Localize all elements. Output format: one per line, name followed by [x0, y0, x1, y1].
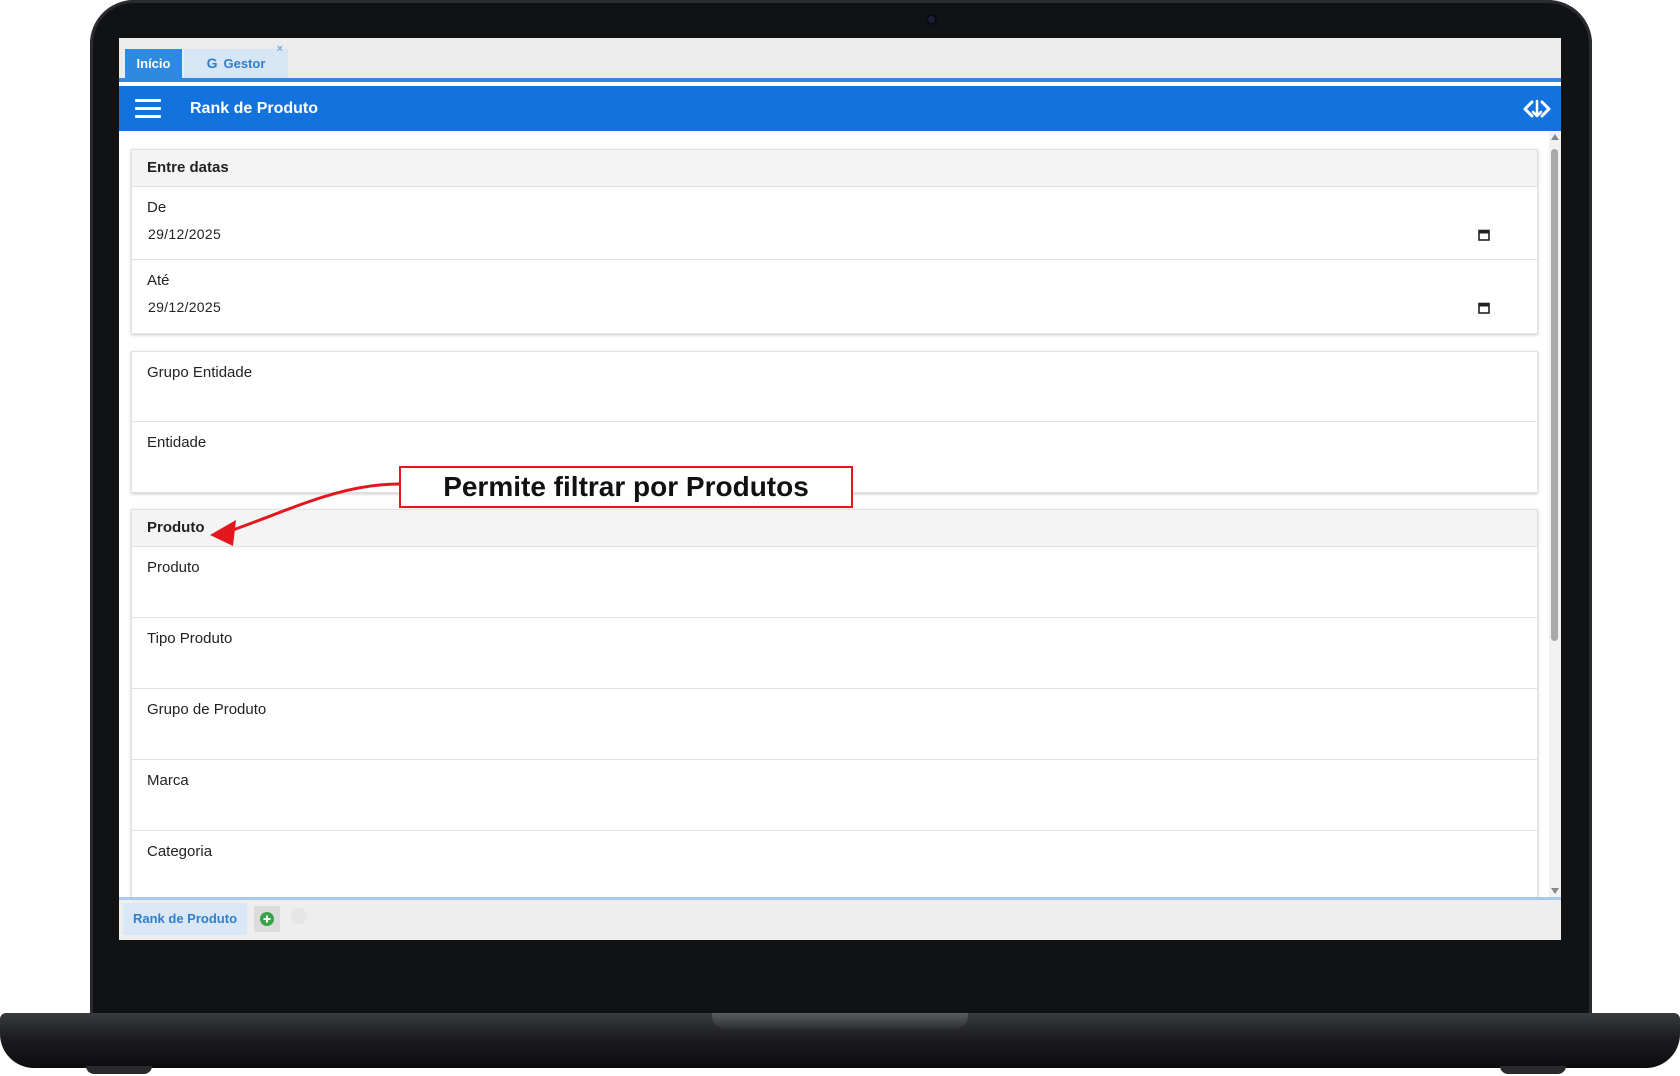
scroll-down-icon[interactable]: [1551, 888, 1559, 894]
product-section-title: Produto: [132, 510, 1537, 547]
tab-gestor-label: Gestor: [223, 56, 266, 71]
filter-panel: Entre datas De 29/12/2025 Até 29/12/2025…: [119, 131, 1549, 897]
vertical-scrollbar[interactable]: [1549, 131, 1561, 897]
date-range-card: Entre datas De 29/12/2025 Até 29/12/2025: [131, 149, 1538, 334]
calendar-icon[interactable]: [1478, 229, 1490, 241]
bottom-tab-bar: Rank de Produto: [119, 897, 1561, 940]
category-row[interactable]: Categoria: [132, 831, 1537, 897]
top-tab-bar: Início G Gestor ×: [119, 38, 1561, 82]
date-to-field[interactable]: 29/12/2025: [148, 299, 221, 315]
date-to-row[interactable]: Até 29/12/2025: [132, 260, 1537, 333]
product-row[interactable]: Produto: [132, 547, 1537, 618]
app-header: Rank de Produto: [119, 86, 1561, 131]
date-to-label: Até: [147, 272, 170, 289]
entity-label: Entidade: [147, 434, 207, 451]
entity-group-row[interactable]: Grupo Entidade: [132, 352, 1537, 422]
gestor-logo-icon: G: [206, 55, 218, 71]
laptop-foot-right: [1500, 1066, 1566, 1074]
entity-group-label: Grupo Entidade: [147, 364, 253, 381]
calendar-icon[interactable]: [1478, 302, 1490, 314]
code-swap-icon[interactable]: [1523, 96, 1551, 122]
callout-text: Permite filtrar por Produtos: [443, 471, 809, 502]
product-type-row[interactable]: Tipo Produto: [132, 618, 1537, 689]
laptop-foot-left: [86, 1066, 152, 1074]
product-group-label: Grupo de Produto: [147, 701, 267, 718]
product-type-label: Tipo Produto: [147, 630, 233, 647]
date-range-title: Entre datas: [132, 150, 1537, 187]
tab-inicio-label: Início: [136, 56, 171, 71]
product-label: Produto: [147, 559, 200, 576]
tab-inicio[interactable]: Início: [125, 49, 182, 78]
add-tab-button[interactable]: [254, 906, 280, 932]
scrollbar-thumb[interactable]: [1551, 149, 1558, 641]
page-title: Rank de Produto: [190, 100, 319, 117]
product-group-row[interactable]: Grupo de Produto: [132, 689, 1537, 760]
callout-box: Permite filtrar por Produtos: [399, 466, 853, 508]
product-card: Produto Produto Tipo Produto Grupo de Pr…: [131, 509, 1538, 897]
date-from-field[interactable]: 29/12/2025: [148, 226, 221, 242]
scroll-up-icon[interactable]: [1551, 134, 1559, 140]
hamburger-icon[interactable]: [135, 99, 161, 119]
brand-row[interactable]: Marca: [132, 760, 1537, 831]
laptop-notch: [712, 1013, 968, 1029]
tab-close-icon[interactable]: ×: [277, 43, 283, 55]
bottom-tab-rank-produto[interactable]: Rank de Produto: [123, 903, 248, 935]
date-from-row[interactable]: De 29/12/2025: [132, 187, 1537, 260]
category-label: Categoria: [147, 843, 213, 860]
close-circle-icon[interactable]: [291, 908, 307, 924]
plus-circle-icon: [260, 912, 274, 926]
brand-label: Marca: [147, 772, 189, 789]
date-from-label: De: [147, 199, 167, 216]
camera-icon: [928, 16, 935, 23]
tab-gestor[interactable]: G Gestor ×: [184, 43, 288, 78]
